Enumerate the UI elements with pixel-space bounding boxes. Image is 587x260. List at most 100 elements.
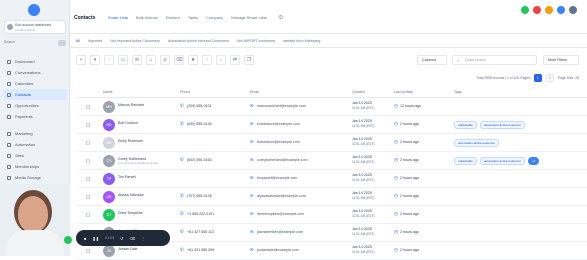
header-name[interactable]: Name bbox=[103, 90, 113, 94]
columns-dropdown[interactable]: Columns bbox=[417, 55, 447, 65]
email-icon[interactable]: ✉ bbox=[250, 211, 253, 216]
message-icon[interactable]: ▭ bbox=[118, 55, 128, 65]
tab-smart-lists[interactable]: Smart Lists bbox=[108, 15, 128, 20]
megaphone-icon[interactable] bbox=[533, 6, 541, 14]
sidebar-item-marketing[interactable]: Marketing bbox=[3, 128, 67, 139]
sidebar-item-conversations[interactable]: Conversations bbox=[3, 67, 67, 78]
quick-search-input[interactable]: ⌕ Quick search bbox=[452, 55, 537, 65]
settings-icon[interactable]: ⋮ bbox=[141, 236, 145, 241]
notification-icon[interactable] bbox=[545, 6, 553, 14]
header-phone[interactable]: Phone bbox=[180, 90, 190, 94]
contact-phone[interactable]: (602) 555-0163 bbox=[187, 158, 212, 162]
row-checkbox[interactable] bbox=[86, 213, 90, 217]
table-row[interactable]: ⋮⋮ BR Emily Robinson ✉ bobdobson@example.com… bbox=[76, 134, 587, 152]
merge-icon[interactable]: ⇄ bbox=[230, 55, 240, 65]
tag-chip[interactable]: marketable bbox=[454, 157, 477, 165]
email-icon[interactable]: ✉ bbox=[132, 55, 142, 65]
table-row[interactable]: ⋮⋮ AS Alyssa Salvador ✆ (707) 555-0126 ✉ alyss… bbox=[76, 188, 587, 206]
star-icon[interactable]: ★ bbox=[188, 55, 198, 65]
phone-icon[interactable]: ✆ bbox=[180, 103, 184, 109]
smart-list-tab-all[interactable]: All bbox=[76, 39, 80, 43]
contact-email[interactable]: timparsell@example.com bbox=[257, 176, 297, 180]
email-icon[interactable]: ✉ bbox=[250, 103, 253, 108]
tag-chip[interactable]: marketable bbox=[454, 121, 477, 129]
row-checkbox[interactable] bbox=[86, 105, 90, 109]
contact-phone[interactable]: +61 427 555 113 bbox=[187, 230, 214, 234]
email-icon[interactable]: ✉ bbox=[250, 229, 253, 234]
tag-chip[interactable]: +2 bbox=[527, 157, 540, 165]
more-filters-button[interactable]: More Filters bbox=[543, 55, 579, 65]
tag-chip[interactable]: automation-active-customer bbox=[454, 139, 500, 147]
phone-icon[interactable]: ✆ bbox=[180, 229, 184, 235]
phone-icon[interactable]: ✆ bbox=[180, 157, 184, 163]
contact-email[interactable]: jordandale@example.com bbox=[257, 248, 299, 252]
email-icon[interactable]: ✉ bbox=[250, 157, 253, 162]
email-icon[interactable]: ✉ bbox=[250, 121, 253, 126]
contact-email[interactable]: bobdobson@example.com bbox=[257, 122, 300, 126]
contact-phone[interactable]: (707) 555-0126 bbox=[187, 194, 212, 198]
row-checkbox[interactable] bbox=[86, 141, 90, 145]
row-checkbox[interactable] bbox=[86, 195, 90, 199]
contact-phone[interactable]: +1 555 222 0101 bbox=[187, 212, 214, 216]
phone-icon[interactable]: ✆ bbox=[180, 193, 184, 199]
add-contact-icon[interactable]: + bbox=[76, 55, 86, 65]
smart-list-tab-imported[interactable]: Imported bbox=[88, 39, 102, 43]
copy-icon[interactable]: ❐ bbox=[244, 55, 254, 65]
header-email[interactable]: Email bbox=[250, 90, 259, 94]
header-tags[interactable]: Tags bbox=[454, 90, 462, 94]
account-switcher[interactable]: Sub-account dashboard Location Name bbox=[4, 20, 66, 34]
phone-icon[interactable] bbox=[521, 6, 529, 14]
contact-email[interactable]: bobdobson@example.com bbox=[257, 140, 300, 144]
header-created[interactable]: Created bbox=[352, 90, 365, 94]
filter-icon[interactable]: ▾ bbox=[90, 55, 100, 65]
contact-phone[interactable]: (209) 555-0101 bbox=[187, 104, 212, 108]
email-icon[interactable]: ✉ bbox=[250, 247, 253, 252]
smart-list-tab-not-imported[interactable]: Not Imported Active Customers bbox=[110, 39, 160, 43]
delete-recording-icon[interactable]: ⌫ bbox=[129, 236, 135, 241]
automation-icon[interactable]: ◦ bbox=[104, 55, 114, 65]
download-icon[interactable]: ↓ bbox=[216, 55, 226, 65]
contact-name[interactable]: Marcus Reichert bbox=[118, 103, 144, 107]
contact-name[interactable]: Jordan Dale bbox=[118, 247, 137, 251]
smart-list-tab-website-form[interactable]: website form-Marketing bbox=[283, 39, 320, 43]
page-2-button[interactable]: 2 bbox=[545, 74, 554, 82]
page-size-select[interactable]: Page Size: 25 bbox=[558, 76, 579, 80]
tab-manage-smart-lists[interactable]: Manage Smart Lists bbox=[231, 15, 267, 20]
table-row[interactable]: ⋮⋮ TP Tim Parsell ✉ timparsell@example.com Ja… bbox=[76, 170, 587, 188]
row-checkbox[interactable] bbox=[86, 177, 90, 181]
contact-name[interactable]: Bob Dobson bbox=[118, 121, 138, 125]
table-row[interactable]: ⋮⋮ BD Bob Dobson ✆ (630) 555-0145 ✉ bobdobson@… bbox=[76, 116, 587, 134]
sidebar-item-sites[interactable]: Sites bbox=[3, 150, 67, 161]
row-checkbox[interactable] bbox=[86, 123, 90, 127]
contact-name[interactable]: Drew Tompkins bbox=[118, 211, 143, 215]
contact-email[interactable]: marcusreichert@example.com bbox=[257, 104, 306, 108]
pause-icon[interactable]: ❚❚ bbox=[92, 236, 99, 241]
contact-phone[interactable]: +61 431 555 209 bbox=[187, 248, 214, 252]
page-1-button[interactable]: 1 bbox=[533, 74, 542, 82]
tag-chip[interactable]: automation-active-customer bbox=[479, 157, 525, 165]
contact-phone[interactable]: (630) 555-0145 bbox=[187, 122, 212, 126]
contact-name[interactable]: Tim Parsell bbox=[118, 175, 136, 179]
sidebar-item-payments[interactable]: Payments bbox=[3, 111, 67, 122]
stop-icon[interactable]: ■ bbox=[84, 236, 86, 241]
tag-remove-icon[interactable]: ⌀ bbox=[160, 55, 170, 65]
sidebar-item-calendars[interactable]: Calendars bbox=[3, 78, 67, 89]
email-icon[interactable]: ✉ bbox=[250, 175, 253, 180]
row-checkbox[interactable] bbox=[86, 159, 90, 163]
tab-restore[interactable]: Restore bbox=[166, 15, 180, 20]
sidebar-item-dashboard[interactable]: Dashboard bbox=[3, 56, 67, 67]
table-row[interactable]: ⋮⋮ CS Corey Sotherland Lost & Found Solutio… bbox=[76, 152, 587, 170]
tab-company[interactable]: Company bbox=[206, 15, 223, 20]
help-icon[interactable] bbox=[557, 6, 565, 14]
sidebar-item-contacts[interactable]: Contacts bbox=[3, 89, 67, 100]
user-avatar[interactable] bbox=[569, 6, 577, 14]
sidebar-search[interactable]: Search bbox=[4, 40, 66, 48]
smart-list-tab-automation-active[interactable]: Automation Active Inbound Customers bbox=[168, 39, 229, 43]
sidebar-item-memberships[interactable]: Memberships bbox=[3, 161, 67, 172]
smart-list-tab-not-import[interactable]: Not IMPORT customers bbox=[237, 39, 275, 43]
contact-email[interactable]: drewtompkins@example.com bbox=[257, 212, 304, 216]
contact-email[interactable]: coreysotherland@example.com bbox=[257, 158, 308, 162]
tab-tasks[interactable]: Tasks bbox=[188, 15, 198, 20]
email-icon[interactable]: ✉ bbox=[250, 139, 253, 144]
tag-add-icon[interactable]: ⌂ bbox=[146, 55, 156, 65]
